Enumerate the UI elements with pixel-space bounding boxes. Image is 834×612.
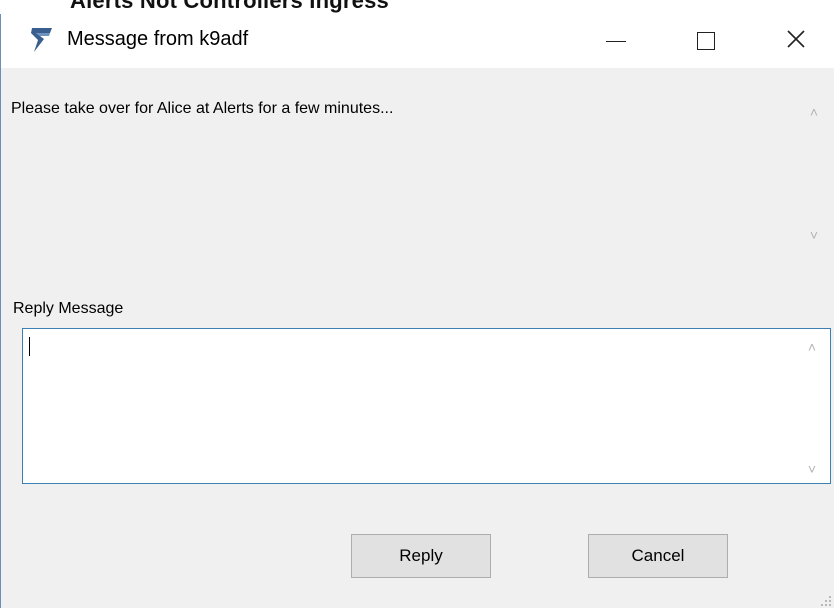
close-icon [787,29,805,53]
reply-message-label: Reply Message [13,300,124,317]
reply-message-input[interactable]: ˄ ˅ [22,328,831,484]
maximize-icon [697,32,715,50]
scroll-down-arrow-icon[interactable]: ˅ [803,225,825,245]
background-window-fragment: Alerts Not Controllers Ingress [0,0,834,14]
app-logo-icon [29,26,55,54]
minimize-icon [606,40,626,42]
close-button[interactable] [751,14,834,68]
scroll-up-arrow-icon[interactable]: ˄ [803,102,825,122]
window-title: Message from k9adf [67,28,249,50]
reply-button[interactable]: Reply [351,534,491,578]
title-bar[interactable]: Message from k9adf [1,14,834,68]
received-message-text: Please take over for Alice at Alerts for… [11,100,394,117]
received-message-box[interactable]: Please take over for Alice at Alerts for… [11,94,827,254]
maximize-button[interactable] [661,14,751,68]
resize-grip-icon[interactable] [820,594,832,606]
cancel-button[interactable]: Cancel [588,534,728,578]
scroll-down-arrow-icon[interactable]: ˅ [801,459,823,479]
reply-scrollbar[interactable]: ˄ ˅ [801,329,823,483]
background-partial-text: Alerts Not Controllers Ingress [70,0,389,13]
message-dialog: Message from k9adf Please take over for … [0,14,834,608]
minimize-button[interactable] [571,14,661,68]
text-caret [29,337,30,356]
scroll-up-arrow-icon[interactable]: ˄ [801,337,823,357]
message-scrollbar[interactable]: ˄ ˅ [803,94,825,249]
